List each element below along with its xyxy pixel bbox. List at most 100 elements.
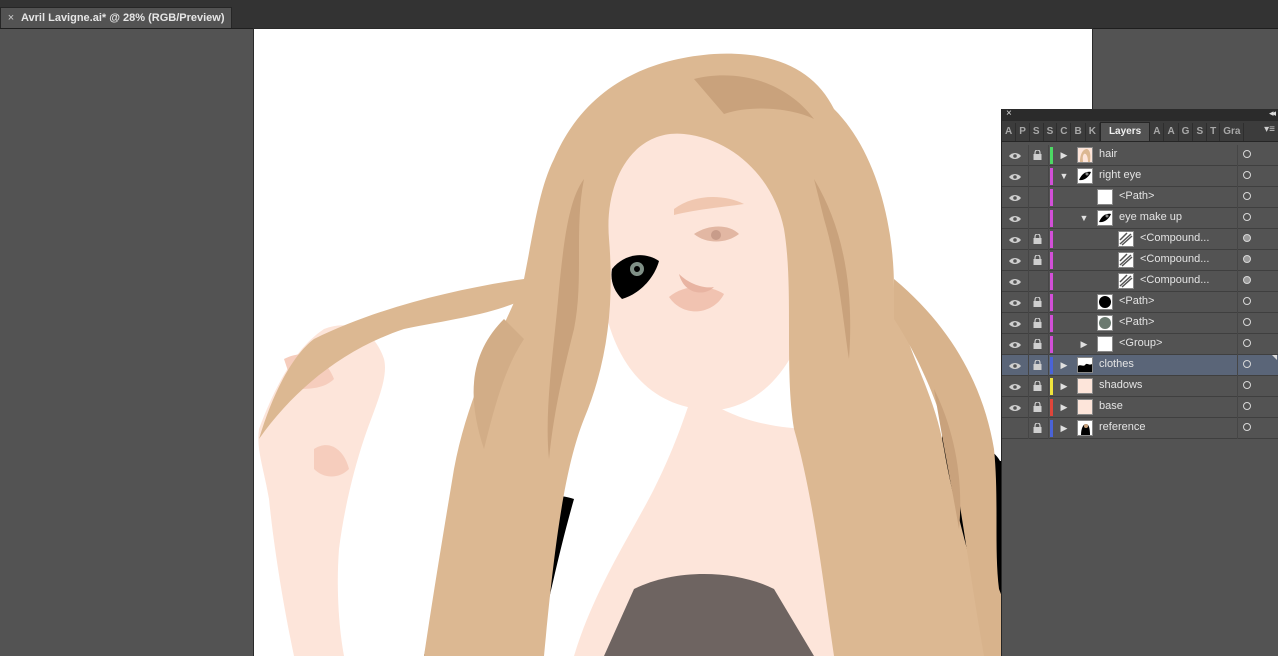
panel-tabs: A P S S C B K Layers A A G S T Gra ▾≡ bbox=[1002, 121, 1278, 142]
target-circle-icon[interactable] bbox=[1243, 360, 1251, 368]
layer-color-bar bbox=[1050, 294, 1053, 311]
panel-tab-2[interactable]: S bbox=[1030, 123, 1044, 141]
row-divider bbox=[1028, 334, 1029, 355]
target-circle-icon[interactable] bbox=[1243, 213, 1251, 221]
document-tab[interactable]: × Avril Lavigne.ai* @ 28% (RGB/Preview) bbox=[0, 7, 232, 28]
target-circle-icon[interactable] bbox=[1243, 171, 1251, 179]
collapsed-triangle-icon[interactable]: ▶ bbox=[1059, 401, 1069, 413]
layer-row[interactable]: <Path> bbox=[1002, 187, 1278, 208]
layer-row[interactable]: ▶ clothes bbox=[1002, 355, 1278, 376]
collapsed-triangle-icon[interactable]: ▶ bbox=[1059, 422, 1069, 434]
document-tab-bar: × Avril Lavigne.ai* @ 28% (RGB/Preview) bbox=[0, 0, 1278, 29]
collapsed-triangle-icon[interactable]: ▶ bbox=[1059, 359, 1069, 371]
row-divider bbox=[1028, 418, 1029, 439]
lock-icon[interactable] bbox=[1033, 233, 1042, 244]
panel-tab-12[interactable]: T bbox=[1207, 123, 1221, 141]
visibility-eye-icon[interactable] bbox=[1009, 403, 1021, 411]
lock-icon[interactable] bbox=[1033, 380, 1042, 391]
panel-tab-13[interactable]: Gra bbox=[1220, 123, 1245, 141]
panel-tab-0[interactable]: A bbox=[1002, 123, 1017, 141]
row-divider bbox=[1237, 166, 1238, 187]
layer-row[interactable]: <Compound... bbox=[1002, 250, 1278, 271]
row-divider bbox=[1028, 208, 1029, 229]
layer-row[interactable]: <Compound... bbox=[1002, 229, 1278, 250]
lock-icon[interactable] bbox=[1033, 254, 1042, 265]
target-circle-icon[interactable] bbox=[1243, 339, 1251, 347]
visibility-eye-icon[interactable] bbox=[1009, 319, 1021, 327]
panel-tab-8[interactable]: A bbox=[1150, 123, 1165, 141]
layer-row[interactable]: ▶ hair bbox=[1002, 145, 1278, 166]
artboard[interactable] bbox=[254, 29, 1092, 656]
visibility-eye-icon[interactable] bbox=[1009, 298, 1021, 306]
target-circle-icon[interactable] bbox=[1243, 318, 1251, 326]
layer-row[interactable]: ▶ <Group> bbox=[1002, 334, 1278, 355]
panel-tab-3[interactable]: S bbox=[1044, 123, 1058, 141]
layer-row[interactable]: ▶ shadows bbox=[1002, 376, 1278, 397]
row-divider bbox=[1048, 355, 1049, 376]
panel-tab-11[interactable]: S bbox=[1193, 123, 1208, 141]
expanded-triangle-icon[interactable]: ▼ bbox=[1079, 212, 1089, 224]
visibility-eye-icon[interactable] bbox=[1009, 277, 1021, 285]
panel-close-icon[interactable]: × bbox=[1006, 108, 1012, 119]
panel-tab-1[interactable]: P bbox=[1016, 123, 1030, 141]
layer-color-bar bbox=[1050, 336, 1053, 353]
layer-row[interactable]: ▶ base bbox=[1002, 397, 1278, 418]
target-circle-icon[interactable] bbox=[1243, 402, 1251, 410]
visibility-eye-icon[interactable] bbox=[1009, 235, 1021, 243]
lock-icon[interactable] bbox=[1033, 296, 1042, 307]
row-divider bbox=[1048, 376, 1049, 397]
layer-row[interactable]: <Path> bbox=[1002, 292, 1278, 313]
row-divider bbox=[1028, 250, 1029, 271]
visibility-eye-icon[interactable] bbox=[1009, 151, 1021, 159]
target-circle-icon[interactable] bbox=[1243, 276, 1251, 284]
row-divider bbox=[1237, 250, 1238, 271]
target-circle-icon[interactable] bbox=[1243, 234, 1251, 242]
visibility-eye-icon[interactable] bbox=[1009, 361, 1021, 369]
collapsed-triangle-icon[interactable]: ▶ bbox=[1059, 149, 1069, 161]
lock-icon[interactable] bbox=[1033, 149, 1042, 160]
panel-collapse-icon[interactable]: ◂◂ bbox=[1269, 108, 1276, 119]
target-circle-icon[interactable] bbox=[1243, 150, 1251, 158]
row-divider bbox=[1048, 166, 1049, 187]
row-divider bbox=[1028, 271, 1029, 292]
visibility-eye-icon[interactable] bbox=[1009, 382, 1021, 390]
row-divider bbox=[1028, 397, 1029, 418]
layer-row[interactable]: <Path> bbox=[1002, 313, 1278, 334]
panel-tab-layers[interactable]: Layers bbox=[1099, 122, 1151, 141]
layer-row[interactable]: ▼ eye make up bbox=[1002, 208, 1278, 229]
panel-tab-10[interactable]: G bbox=[1179, 123, 1194, 141]
collapsed-triangle-icon[interactable]: ▶ bbox=[1079, 338, 1089, 350]
expanded-triangle-icon[interactable]: ▼ bbox=[1059, 170, 1069, 182]
visibility-eye-icon[interactable] bbox=[1009, 256, 1021, 264]
lock-icon[interactable] bbox=[1033, 338, 1042, 349]
collapsed-triangle-icon[interactable]: ▶ bbox=[1059, 380, 1069, 392]
panel-tab-6[interactable]: K bbox=[1086, 123, 1100, 141]
layer-row[interactable]: ▶ reference bbox=[1002, 418, 1278, 439]
panel-tab-9[interactable]: A bbox=[1164, 123, 1179, 141]
panel-menu-icon[interactable]: ▾≡ bbox=[1264, 124, 1275, 135]
panel-tab-5[interactable]: B bbox=[1071, 123, 1086, 141]
layer-color-bar bbox=[1050, 189, 1053, 206]
layer-row[interactable]: <Compound... bbox=[1002, 271, 1278, 292]
target-circle-icon[interactable] bbox=[1243, 423, 1251, 431]
lock-icon[interactable] bbox=[1033, 422, 1042, 433]
layer-color-bar bbox=[1050, 252, 1053, 269]
layer-color-bar bbox=[1050, 210, 1053, 227]
visibility-eye-icon[interactable] bbox=[1009, 193, 1021, 201]
visibility-eye-icon[interactable] bbox=[1009, 172, 1021, 180]
target-circle-icon[interactable] bbox=[1243, 255, 1251, 263]
lock-icon[interactable] bbox=[1033, 359, 1042, 370]
visibility-eye-icon[interactable] bbox=[1009, 214, 1021, 222]
layer-row[interactable]: ▼ right eye bbox=[1002, 166, 1278, 187]
lock-icon[interactable] bbox=[1033, 401, 1042, 412]
target-circle-icon[interactable] bbox=[1243, 381, 1251, 389]
layer-thumbnail bbox=[1077, 378, 1093, 394]
target-circle-icon[interactable] bbox=[1243, 192, 1251, 200]
row-divider bbox=[1237, 355, 1238, 376]
target-circle-icon[interactable] bbox=[1243, 297, 1251, 305]
panel-tab-4[interactable]: C bbox=[1057, 123, 1072, 141]
lock-icon[interactable] bbox=[1033, 317, 1042, 328]
layer-color-bar bbox=[1050, 357, 1053, 374]
visibility-eye-icon[interactable] bbox=[1009, 340, 1021, 348]
close-tab-icon[interactable]: × bbox=[1, 12, 21, 24]
